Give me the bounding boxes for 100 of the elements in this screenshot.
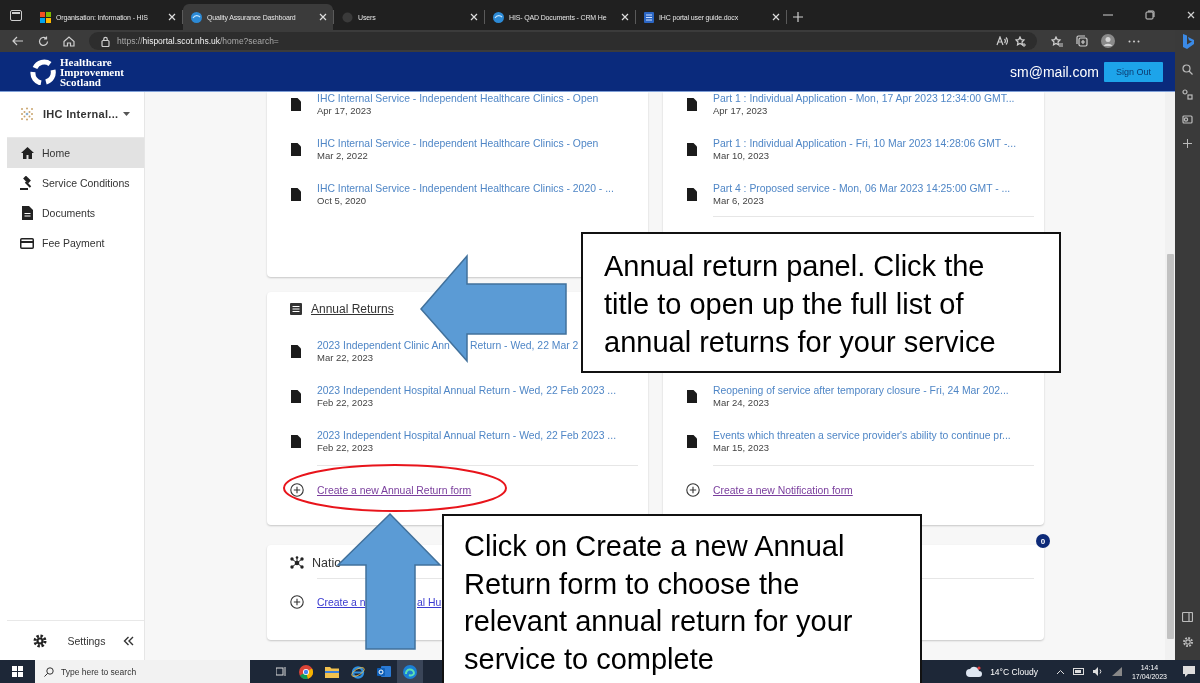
user-email: sm@mail.com (1010, 63, 1099, 80)
chevron-up-icon[interactable] (1055, 668, 1065, 675)
document-link[interactable]: 2023 Independent Hospital Annual Return - Wed, 22 Feb 2023 ... (317, 384, 617, 397)
mail-app-icon[interactable] (377, 665, 391, 678)
back-icon[interactable] (12, 36, 24, 46)
document-date: Mar 6, 2023 (713, 195, 765, 206)
document-icon (687, 187, 697, 201)
document-icon (687, 142, 697, 156)
count-badge: 0 (1036, 534, 1050, 548)
document-link[interactable]: Part 1 : Individual Application - Fri, 10 Mar 2023 14:28:06 GMT -... (713, 137, 1017, 150)
bing-logo-icon[interactable] (1180, 34, 1195, 50)
weather-text: 14°C Cloudy (990, 666, 1038, 677)
document-icon (21, 206, 33, 220)
panel-title: Natio (312, 555, 342, 570)
document-icon (687, 434, 697, 448)
windows-icon[interactable] (12, 666, 23, 677)
close-icon[interactable] (168, 13, 176, 21)
tab-actions-icon[interactable] (10, 9, 22, 21)
speaker-icon[interactable] (1092, 667, 1104, 676)
battery-icon[interactable] (1072, 668, 1085, 675)
task-view-icon[interactable] (276, 666, 287, 677)
service-selector[interactable]: IHC Internal... (43, 107, 119, 120)
settings-link[interactable]: Settings (67, 634, 123, 647)
panel-title-link[interactable]: Annual Returns (311, 302, 394, 316)
search-icon[interactable] (1182, 64, 1193, 75)
document-link[interactable]: 2023 Independent Hospital Annual Return - Wed, 22 Feb 2023 ... (317, 429, 617, 442)
logo-icon (30, 58, 56, 85)
close-icon[interactable] (1187, 11, 1195, 19)
document-date: Mar 2, 2022 (317, 150, 369, 161)
shapes-icon[interactable] (1182, 89, 1193, 100)
more-icon[interactable] (1128, 39, 1140, 43)
credit-card-icon (20, 237, 34, 249)
close-icon[interactable] (772, 13, 780, 21)
callout: Annual return panel. Click the title to open up the full list of annual returns for your service (581, 232, 1061, 373)
read-aloud-icon[interactable] (996, 36, 1008, 46)
document-date: Mar 10, 2023 (713, 150, 770, 161)
gavel-icon (20, 176, 34, 190)
document-link[interactable]: Reopening of service after temporary closure - Fri, 24 Mar 202... (713, 384, 1009, 397)
nav-item[interactable]: Home (7, 138, 144, 168)
logo-text: Healthcare (60, 56, 113, 67)
scrollbar[interactable] (1165, 92, 1175, 660)
document-date: Apr 17, 2023 (713, 105, 769, 116)
profile-avatar[interactable] (1101, 34, 1115, 48)
create-link[interactable]: Create a new Annual Return form (317, 484, 472, 496)
home-icon[interactable] (63, 35, 75, 47)
collections-icon[interactable] (1076, 35, 1088, 47)
list-icon (290, 303, 302, 315)
notification-icon[interactable] (1183, 666, 1195, 677)
mail-icon[interactable] (1182, 114, 1193, 125)
create-link[interactable]: al Hu (417, 596, 442, 608)
caret-icon[interactable] (123, 111, 131, 116)
document-date: Mar 22, 2023 (317, 352, 374, 363)
document-date: Oct 5, 2020 (317, 195, 368, 206)
document-link[interactable]: Part 1 : Individual Application - Mon, 17 Apr 2023 12:34:00 GMT... (713, 92, 1015, 105)
close-icon[interactable] (319, 13, 327, 21)
nav-item[interactable]: Documents (7, 198, 144, 228)
add-icon[interactable] (1183, 139, 1192, 148)
round-logo-icon (493, 11, 504, 23)
document-icon (687, 97, 697, 111)
dots-icon (20, 106, 34, 121)
search-field[interactable]: Type here to search (61, 661, 241, 682)
document-icon (291, 344, 301, 358)
document-icon (644, 11, 654, 23)
document-date: Feb 22, 2023 (317, 442, 374, 453)
collapse-icon[interactable] (123, 635, 134, 646)
nav-item[interactable]: Service Conditions (7, 168, 144, 198)
settings-icon (32, 633, 47, 648)
globe-icon[interactable] (351, 664, 365, 679)
nav-item[interactable]: Fee Payment (7, 228, 144, 258)
favorites-icon[interactable] (1051, 35, 1063, 47)
cloud-icon (966, 666, 983, 677)
document-link[interactable]: Part 4 : Proposed service - Mon, 06 Mar 2023 14:25:00 GMT - ... (713, 182, 1011, 195)
restore-icon[interactable] (1145, 10, 1155, 20)
create-link[interactable]: Create a new Notification form (713, 484, 853, 496)
document-link[interactable]: Return - Wed, 22 Mar 2 (470, 339, 579, 352)
swirl-icon[interactable] (403, 664, 417, 679)
chrome-icon[interactable] (299, 664, 313, 679)
document-date: Feb 22, 2023 (317, 397, 374, 408)
four-squares-icon (40, 11, 51, 23)
document-link[interactable]: 2023 Independent Clinic Ann (317, 339, 450, 352)
add-favorite-icon[interactable] (1015, 35, 1027, 47)
document-icon (291, 389, 301, 403)
sidebar-icon[interactable] (1182, 612, 1193, 622)
close-icon[interactable] (470, 13, 478, 21)
document-link[interactable]: Events which threaten a service provider's ability to continue pr... (713, 429, 1011, 442)
document-icon (291, 434, 301, 448)
document-link[interactable]: IHC Internal Service - Independent Healthcare Clinics - 2020 - ... (317, 182, 614, 195)
document-date: Apr 17, 2023 (317, 105, 373, 116)
new-tab-icon[interactable] (793, 12, 803, 22)
create-link[interactable]: Create a n (317, 596, 366, 608)
sign-out-button[interactable]: Sign Out (1103, 61, 1163, 82)
round-logo-icon (191, 11, 202, 23)
search-box[interactable]: Type here to search (35, 660, 250, 683)
network-icon[interactable] (1111, 667, 1122, 676)
refresh-icon[interactable] (38, 35, 49, 47)
document-link[interactable]: IHC Internal Service - Independent Healthcare Clinics - Open (317, 92, 599, 105)
close-icon[interactable] (621, 13, 629, 21)
document-link[interactable]: IHC Internal Service - Independent Healthcare Clinics - Open (317, 137, 599, 150)
folder-icon[interactable] (325, 665, 339, 678)
settings-icon[interactable] (1181, 636, 1194, 648)
